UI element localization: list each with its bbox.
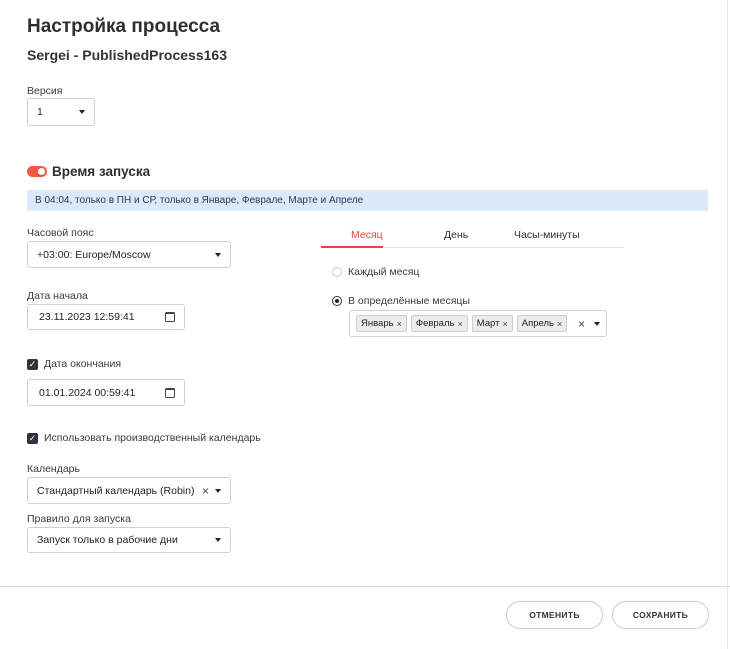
chevron-down-icon [215, 252, 221, 257]
timezone-label: Часовой пояс [27, 227, 94, 239]
chevron-down-icon [79, 110, 85, 114]
end-date-checkbox[interactable]: ✓ [27, 358, 38, 370]
specific-months-radio[interactable] [332, 296, 342, 306]
end-date-checkbox-row[interactable]: ✓ Дата окончания [27, 358, 121, 370]
version-value: 1 [37, 106, 43, 118]
start-date-field[interactable]: 23.11.2023 12:59:41 [27, 304, 185, 330]
end-date-label: Дата окончания [44, 358, 122, 370]
start-date-label: Дата начала [27, 290, 88, 302]
version-label: Версия [27, 85, 63, 97]
month-chip: Март × [471, 315, 513, 332]
launch-rule-select[interactable]: Запуск только в рабочие дни [27, 527, 231, 553]
cancel-button[interactable]: ОТМЕНИТЬ [506, 601, 603, 629]
remove-chip-icon[interactable]: × [502, 319, 507, 329]
specific-months-label: В определённые месяцы [348, 295, 470, 307]
tab-hours-minutes[interactable]: Часы-минуты [514, 229, 580, 241]
clear-icon[interactable]: × [578, 317, 585, 331]
calendar-select[interactable]: Стандартный календарь (Robin) × [27, 477, 231, 504]
tab-month[interactable]: Месяц [351, 229, 383, 241]
month-chip: Апрель × [516, 315, 568, 332]
timezone-value: +03:00: Europe/Moscow [37, 248, 151, 261]
calendar-icon[interactable] [165, 387, 175, 398]
clear-icon[interactable]: × [202, 484, 209, 498]
remove-chip-icon[interactable]: × [557, 319, 562, 329]
save-button[interactable]: СОХРАНИТЬ [612, 601, 709, 629]
production-calendar-label: Использовать производственный календарь [44, 432, 261, 444]
month-chip: Январь × [356, 315, 407, 332]
schedule-toggle[interactable] [27, 166, 47, 177]
tab-day[interactable]: День [444, 229, 468, 241]
dialog-edge [727, 0, 728, 649]
chevron-down-icon [215, 538, 221, 542]
month-chip: Февраль × [410, 315, 468, 332]
schedule-title: Время запуска [52, 164, 151, 179]
version-select[interactable]: 1 [27, 98, 95, 126]
calendar-value: Стандартный календарь (Robin) [37, 484, 195, 497]
end-date-field[interactable]: 01.01.2024 00:59:41 [27, 379, 185, 406]
specific-months-option[interactable]: В определённые месяцы [332, 295, 470, 307]
launch-rule-value: Запуск только в рабочие дни [37, 534, 178, 546]
timezone-select[interactable]: +03:00: Europe/Moscow [27, 241, 231, 268]
production-calendar-row[interactable]: ✓ Использовать производственный календар… [27, 432, 261, 444]
production-calendar-checkbox[interactable]: ✓ [27, 432, 38, 444]
launch-rule-label: Правило для запуска [27, 513, 131, 525]
calendar-icon[interactable] [165, 312, 175, 322]
every-month-radio[interactable] [332, 267, 342, 277]
footer-divider [0, 586, 730, 587]
start-date-value: 23.11.2023 12:59:41 [39, 311, 135, 323]
schedule-summary: В 04:04, только в ПН и СР, только в Янва… [27, 190, 708, 211]
every-month-label: Каждый месяц [348, 266, 420, 278]
calendar-label: Календарь [27, 463, 80, 475]
process-name: Sergei - PublishedProcess163 [27, 47, 227, 63]
every-month-option[interactable]: Каждый месяц [332, 266, 419, 278]
remove-chip-icon[interactable]: × [397, 319, 402, 329]
active-tab-indicator [321, 246, 383, 248]
month-chips: Январь × Февраль × Март × Апрель × [356, 315, 577, 332]
end-date-value: 01.01.2024 00:59:41 [39, 386, 136, 399]
remove-chip-icon[interactable]: × [457, 319, 462, 329]
page-title: Настройка процесса [27, 16, 221, 37]
chevron-down-icon [215, 488, 221, 493]
months-multiselect[interactable]: Январь × Февраль × Март × Апрель × × [349, 310, 607, 337]
chevron-down-icon [594, 321, 600, 326]
